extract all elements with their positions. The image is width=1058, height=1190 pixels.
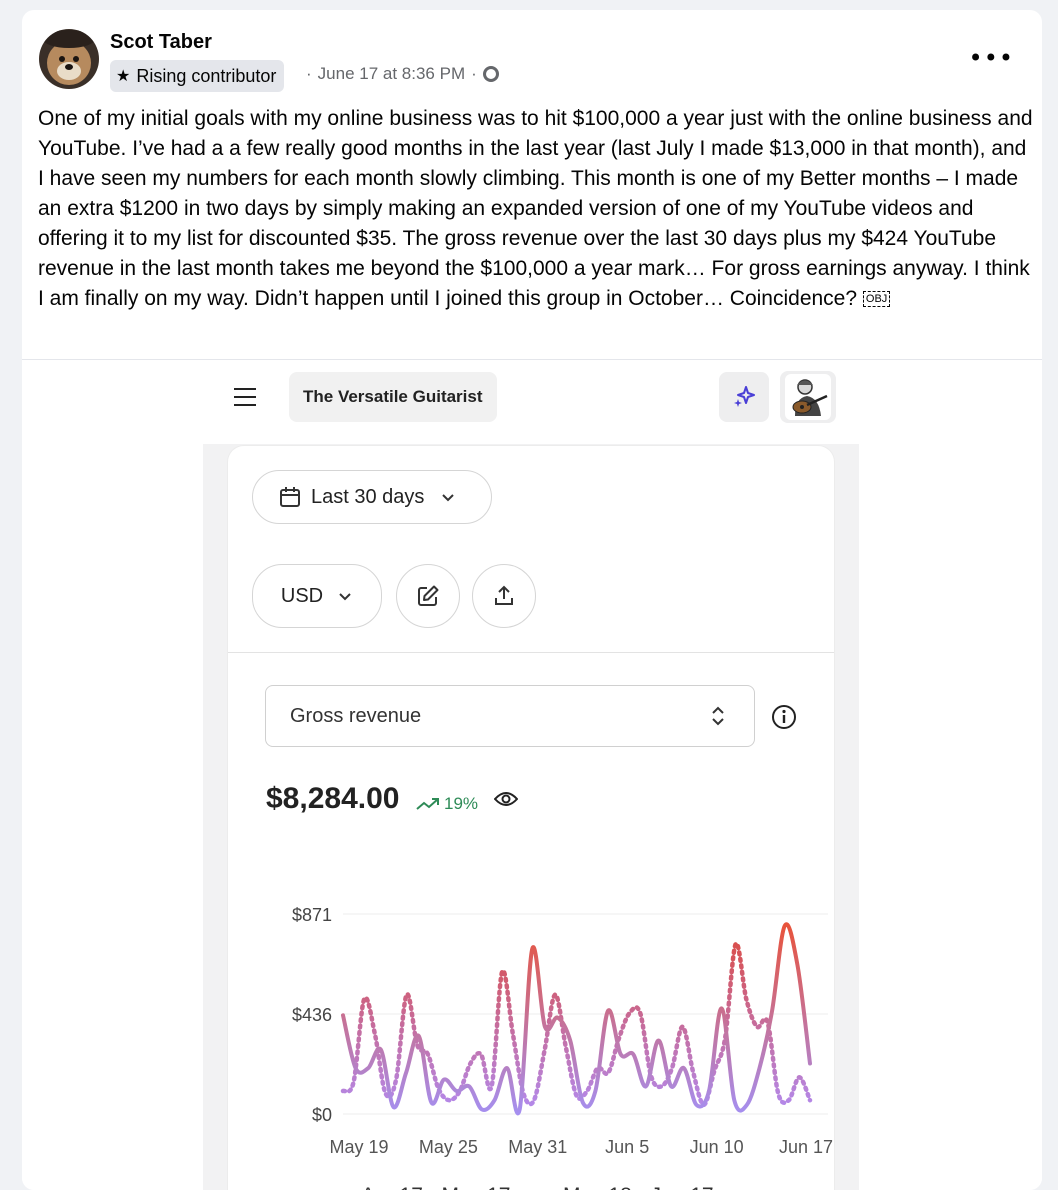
sparkle-button[interactable] [719,372,769,422]
edit-button[interactable] [396,564,460,628]
updown-icon [712,706,724,726]
eye-icon[interactable] [494,790,518,808]
sparkle-icon [734,386,755,407]
panel-divider [228,652,834,653]
metric-select[interactable]: Gross revenue [265,685,755,747]
chevron-down-icon [339,593,351,601]
currency-label: USD [280,584,324,607]
author-name[interactable]: Scot Taber [110,31,212,54]
post-body-text: One of my initial goals with my online b… [38,107,1039,310]
total-revenue: $8,284.00 [266,782,400,815]
currency-select[interactable]: USD [252,564,382,628]
post-timestamp[interactable]: June 17 at 8:36 PM [318,64,465,84]
post-meta: · June 17 at 8:36 PM · [306,64,499,84]
meta-separator: · [306,64,312,83]
calendar-icon [280,487,300,507]
guitarist-avatar [785,374,831,420]
meta-separator: · [471,64,477,83]
contributor-badge[interactable]: ★ Rising contributor [110,60,285,92]
object-glyph: OBJ [862,291,891,308]
x-tick-label: May 25 [419,1137,478,1157]
info-icon[interactable] [771,704,797,730]
menu-icon[interactable] [234,388,256,406]
store-switcher-button[interactable]: The Versatile Guitarist [289,372,497,422]
y-tick-label: $436 [292,1005,332,1025]
y-tick-label: $0 [312,1105,332,1125]
app-header: The Versatile Guitarist [22,360,1042,440]
x-tick-label: May 19 [329,1137,388,1157]
analytics-panel: Last 30 days USD Gross revenue $8,284.00… [228,446,834,1190]
edit-icon [418,585,439,606]
revenue-chart: $871 $436 $0 May 19 May 25 May 31 Jun 5 Jun 10… [292,905,833,1190]
post-image[interactable]: The Versatile Guitarist Last 30 days USD… [22,360,1042,1190]
share-button[interactable] [472,564,536,628]
legend-entry: Apr 17 - May 17 [361,1184,510,1190]
growth-value: 19% [444,794,479,813]
trend-up-icon [416,798,439,810]
legend-entry: May 18 - Jun 17 [563,1184,714,1190]
date-range-select[interactable]: Last 30 days [252,470,492,524]
x-tick-label: May 31 [508,1137,567,1157]
x-tick-label: Jun 10 [690,1137,744,1157]
profile-button[interactable] [780,371,836,423]
post-card: Scot Taber ★ Rising contributor · June 1… [22,10,1042,1190]
author-avatar[interactable] [39,29,99,89]
growth-badge: 19% [416,794,478,814]
x-tick-label: Jun 17 [779,1137,833,1157]
metric-label: Gross revenue [290,704,422,727]
share-icon [495,585,513,605]
chevron-down-icon [442,494,455,502]
post-header: Scot Taber ★ Rising contributor · June 1… [22,10,1042,100]
more-options-icon[interactable]: ••• [969,44,1014,72]
x-tick-label: Jun 5 [605,1137,649,1157]
globe-icon[interactable] [482,66,499,82]
y-tick-label: $871 [292,905,332,925]
post-body: One of my initial goals with my online b… [38,104,1033,314]
star-icon: ★ [116,68,131,85]
date-range-label: Last 30 days [311,485,425,508]
badge-label: Rising contributor [136,65,277,86]
